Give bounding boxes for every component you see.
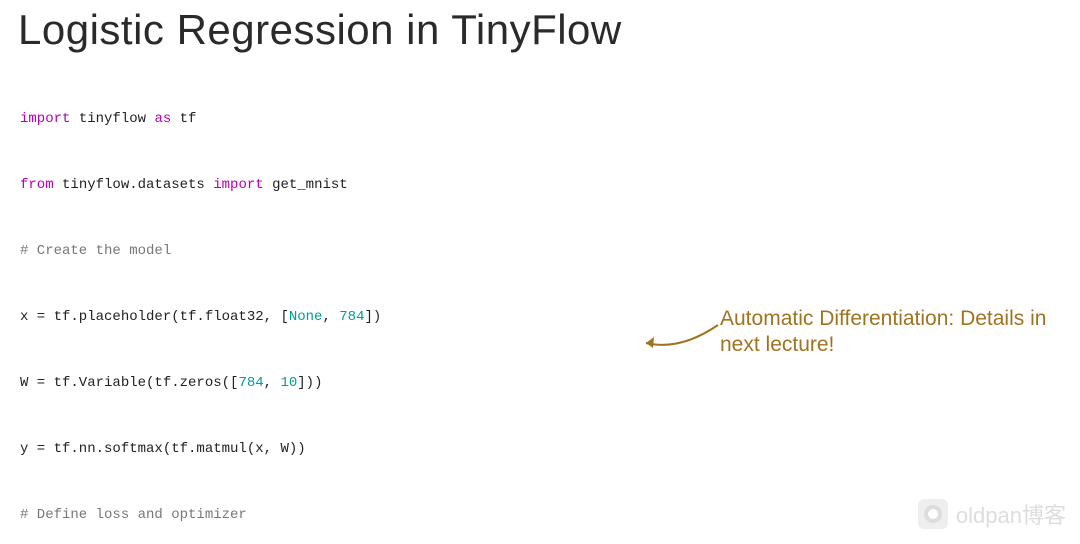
code-line-2: from tinyflow.datasets import get_mnist	[18, 174, 1062, 196]
watermark-icon	[918, 499, 948, 529]
code-line-5: W = tf.Variable(tf.zeros([784, 10]))	[18, 372, 1062, 394]
kw-import-2: import	[213, 177, 263, 193]
code-line-1: import tinyflow as tf	[18, 108, 1062, 130]
code-line-6: y = tf.nn.softmax(tf.matmul(x, W))	[18, 438, 1062, 460]
code-line-7: # Define loss and optimizer	[18, 504, 1062, 526]
code-line-3: # Create the model	[18, 240, 1062, 262]
kw-import: import	[20, 111, 70, 127]
kw-from: from	[20, 177, 54, 193]
watermark-text: oldpan博客	[956, 498, 1066, 530]
annotation-text: Automatic Differentiation: Details in ne…	[720, 306, 1060, 358]
code-block: import tinyflow as tf from tinyflow.data…	[18, 64, 1062, 544]
kw-as: as	[154, 111, 171, 127]
watermark: oldpan博客	[918, 498, 1066, 530]
slide-title: Logistic Regression in TinyFlow	[18, 6, 1062, 54]
slide: Logistic Regression in TinyFlow import t…	[0, 0, 1080, 544]
